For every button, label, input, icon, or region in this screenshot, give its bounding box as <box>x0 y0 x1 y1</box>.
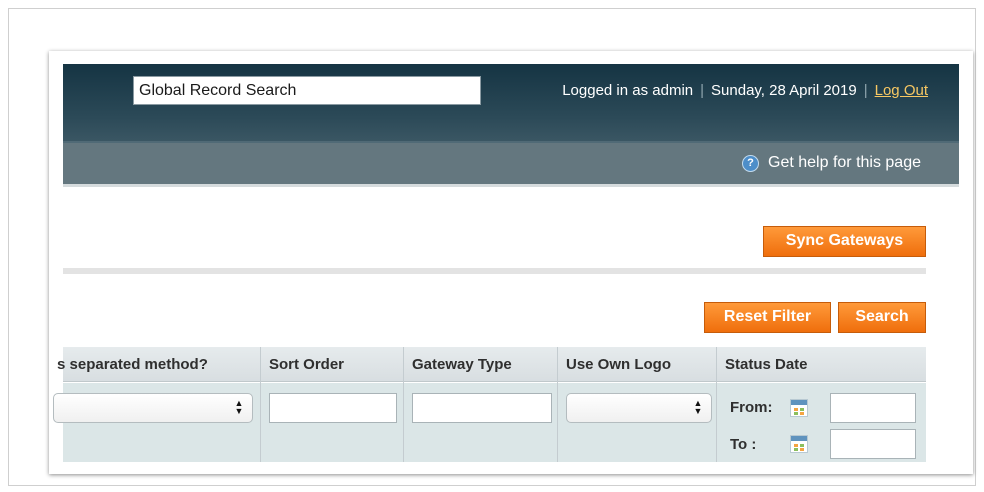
browser-frame: Logged in as admin | Sunday, 28 April 2019… <box>8 8 976 486</box>
sort-order-filter-input[interactable] <box>269 393 397 423</box>
calendar-icon[interactable] <box>790 435 808 453</box>
separator: | <box>863 82 868 99</box>
logout-link[interactable]: Log Out <box>875 82 928 99</box>
admin-window: Logged in as admin | Sunday, 28 April 2019… <box>49 51 973 474</box>
nav-bar: ? Get help for this page <box>63 143 959 187</box>
gateway-type-filter-input[interactable] <box>412 393 552 423</box>
search-button[interactable]: Search <box>838 302 926 333</box>
user-info: Logged in as admin | Sunday, 28 April 2019… <box>562 82 928 99</box>
from-label: From: <box>730 399 773 416</box>
header-sort-order[interactable]: Sort Order <box>261 347 404 382</box>
section-divider <box>63 268 926 274</box>
status-date-from-input[interactable] <box>830 393 916 423</box>
reset-filter-button[interactable]: Reset Filter <box>704 302 831 333</box>
select-arrows-icon: ▲ ▼ <box>234 398 244 416</box>
logged-in-text: Logged in as admin <box>562 82 694 99</box>
global-record-search-input[interactable] <box>133 76 481 105</box>
use-own-logo-select[interactable]: ▲ ▼ <box>566 393 712 423</box>
separator: | <box>700 82 705 99</box>
help-icon: ? <box>742 154 760 172</box>
separated-method-select[interactable]: ▲ ▼ <box>53 393 253 423</box>
header-status-date[interactable]: Status Date <box>717 347 926 382</box>
select-arrows-icon: ▲ ▼ <box>693 398 703 416</box>
header-use-own-logo[interactable]: Use Own Logo <box>558 347 717 382</box>
admin-header: Logged in as admin | Sunday, 28 April 2019… <box>63 64 959 143</box>
calendar-icon[interactable] <box>790 399 808 417</box>
help-link[interactable]: ? Get help for this page <box>742 154 921 172</box>
current-date: Sunday, 28 April 2019 <box>711 82 857 99</box>
gateway-grid: s separated method? Sort Order Gateway T… <box>53 347 926 462</box>
header-separated-method[interactable]: s separated method? <box>49 347 259 382</box>
header-gateway-type[interactable]: Gateway Type <box>404 347 558 382</box>
status-date-to-input[interactable] <box>830 429 916 459</box>
sync-gateways-button[interactable]: Sync Gateways <box>763 226 926 257</box>
help-label: Get help for this page <box>768 154 921 171</box>
to-label: To : <box>730 436 757 453</box>
